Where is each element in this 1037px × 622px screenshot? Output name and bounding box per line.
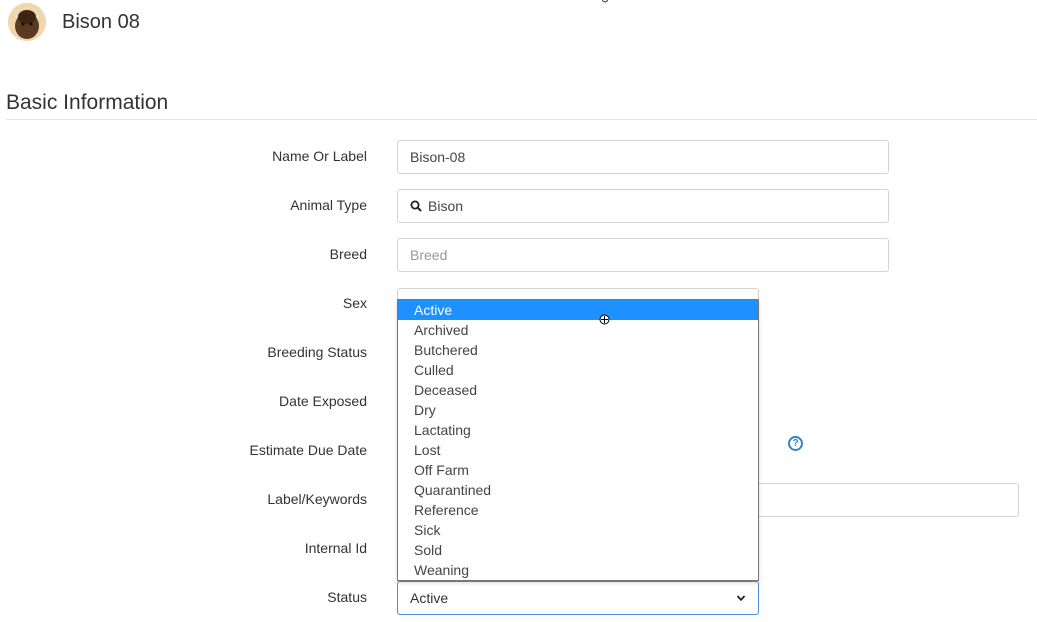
date-exposed-label: Date Exposed — [279, 393, 367, 409]
move-cursor-icon — [599, 314, 610, 325]
cursor-artifact-icon — [602, 0, 608, 3]
estimate-due-date-label: Estimate Due Date — [249, 442, 368, 458]
animal-avatar — [8, 3, 46, 41]
status-option[interactable]: Lost — [398, 440, 758, 460]
status-option[interactable]: Sold — [398, 540, 758, 560]
help-circle-icon[interactable]: ? — [788, 436, 803, 451]
status-option[interactable]: Deceased — [398, 380, 758, 400]
breed-placeholder: Breed — [410, 247, 448, 263]
internal-id-label: Internal Id — [304, 540, 367, 556]
animal-name: Bison 08 — [62, 10, 140, 33]
status-option[interactable]: Off Farm — [398, 460, 758, 480]
status-option[interactable]: Reference — [398, 500, 758, 520]
sex-label: Sex — [342, 295, 367, 311]
status-option[interactable]: Butchered — [398, 340, 758, 360]
status-option[interactable]: Archived — [398, 320, 758, 340]
status-option[interactable]: Culled — [398, 360, 758, 380]
status-option[interactable]: Active — [398, 300, 758, 320]
status-option[interactable]: Lactating — [398, 420, 758, 440]
name-label: Name Or Label — [272, 148, 367, 164]
status-select[interactable]: Active — [397, 581, 759, 615]
animal-type-input[interactable]: Bison — [397, 189, 889, 223]
breeding-status-label: Breeding Status — [267, 344, 367, 360]
chevron-down-icon — [736, 595, 746, 602]
status-option[interactable]: Dry — [398, 400, 758, 420]
animal-header: Bison 08 — [8, 3, 140, 41]
status-option[interactable]: Weaning — [398, 560, 758, 580]
breed-label: Breed — [329, 246, 367, 262]
search-icon — [410, 200, 422, 212]
breed-input[interactable]: Breed — [397, 238, 889, 272]
status-option[interactable]: Sick — [398, 520, 758, 540]
animal-type-label: Animal Type — [290, 197, 367, 213]
name-input[interactable]: Bison-08 — [397, 140, 889, 174]
status-label: Status — [327, 589, 367, 605]
label-keywords-input[interactable] — [757, 483, 1019, 517]
animal-type-value: Bison — [428, 198, 464, 214]
status-option[interactable]: Quarantined — [398, 480, 758, 500]
section-title: Basic Information — [6, 91, 169, 114]
label-keywords-label: Label/Keywords — [267, 491, 367, 507]
status-dropdown-list[interactable]: Active Archived Butchered Culled Deceased Dry… — [397, 299, 759, 581]
status-select-value: Active — [410, 590, 449, 606]
section-divider — [6, 119, 1037, 120]
name-value: Bison-08 — [410, 149, 466, 165]
